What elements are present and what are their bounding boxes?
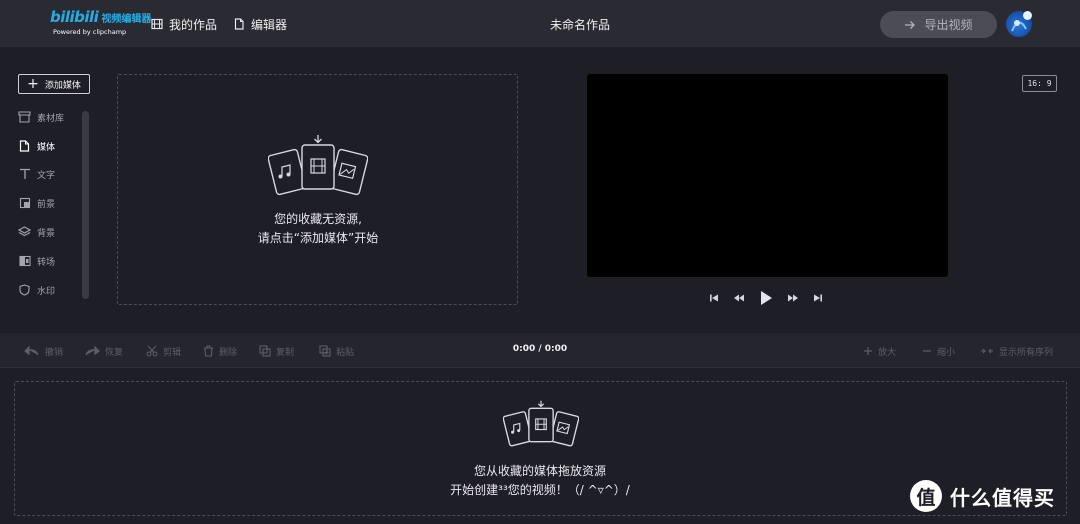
scissors-icon xyxy=(146,345,158,357)
cut-label: 剪辑 xyxy=(163,347,182,358)
timeline-empty-line2: 开始创建³³您的视频！（/ ^▿^）/ xyxy=(450,483,630,497)
playback-controls xyxy=(708,290,824,306)
undo-button[interactable]: 撤销 xyxy=(24,343,63,359)
sidebar-item-transition[interactable]: 转场 xyxy=(18,252,55,270)
sidebar-item-label: 前景 xyxy=(37,199,56,210)
export-video-label: 导出视频 xyxy=(924,18,973,32)
store-icon xyxy=(18,111,31,124)
redo-icon xyxy=(84,346,100,356)
sidebar-item-label: 素材库 xyxy=(37,113,65,124)
logo-powered-by: Powered by clipchamp xyxy=(53,28,127,36)
sidebar-scrollbar[interactable] xyxy=(82,111,89,299)
sidebar-item-label: 文字 xyxy=(37,170,56,181)
skip-end-icon[interactable] xyxy=(812,293,824,303)
logo-app-name: 视频编辑器 xyxy=(101,14,152,25)
document-icon xyxy=(233,18,245,30)
skip-start-icon[interactable] xyxy=(708,293,720,303)
undo-icon xyxy=(24,346,40,356)
play-icon[interactable] xyxy=(758,290,774,306)
sidebar-item-foreground[interactable]: 前景 xyxy=(18,194,55,212)
add-media-button[interactable]: + 添加媒体 xyxy=(18,74,90,94)
sidebar-item-watermark[interactable]: 水印 xyxy=(18,281,55,299)
cut-button[interactable]: 剪辑 xyxy=(146,343,181,359)
media-empty-line2: 请点击“添加媒体”开始 xyxy=(257,231,379,245)
film-icon xyxy=(151,18,163,30)
nav-my-works-label: 我的作品 xyxy=(169,17,218,32)
sidebar-item-text[interactable]: 文字 xyxy=(18,165,55,183)
plus-icon: + xyxy=(27,76,39,92)
media-empty-message: 您的收藏无资源, 请点击“添加媒体”开始 xyxy=(200,210,436,248)
export-video-button[interactable]: 导出视频 xyxy=(880,11,997,38)
delete-label: 删除 xyxy=(219,347,238,358)
timeline-empty-message: 您从收藏的媒体拖放资源 开始创建³³您的视频！（/ ^▿^）/ xyxy=(400,462,680,500)
redo-label: 恢复 xyxy=(105,347,124,358)
sidebar-item-label: 背景 xyxy=(37,228,56,239)
site-watermark: 值 什么值得买 xyxy=(910,480,1055,512)
fast-forward-icon[interactable] xyxy=(786,293,800,303)
aspect-ratio-button[interactable]: 16: 9 xyxy=(1022,75,1057,92)
minus-icon xyxy=(922,346,932,356)
video-preview[interactable] xyxy=(587,74,948,277)
zoom-out-label: 缩小 xyxy=(937,347,956,358)
sidebar-item-background[interactable]: 背景 xyxy=(18,223,55,241)
nav-editor[interactable]: 编辑器 xyxy=(233,14,287,34)
watermark-text: 什么值得买 xyxy=(950,485,1055,510)
timeline-empty-line1: 您从收藏的媒体拖放资源 xyxy=(473,464,606,478)
sidebar-item-label: 媒体 xyxy=(37,142,56,153)
text-icon xyxy=(18,168,31,181)
show-all-label: 显示所有序列 xyxy=(999,347,1054,358)
copy-label: 复制 xyxy=(276,347,295,358)
shield-icon xyxy=(18,284,31,297)
media-cards-icon xyxy=(268,135,368,196)
copy-button[interactable]: 复制 xyxy=(259,343,294,359)
file-icon xyxy=(18,140,31,153)
watermark-logo-icon: 值 xyxy=(910,480,942,512)
undo-label: 撤销 xyxy=(45,347,64,358)
transition-icon xyxy=(18,255,31,268)
sidebar-item-media[interactable]: 媒体 xyxy=(18,137,55,155)
paste-button[interactable]: 粘贴 xyxy=(319,343,354,359)
fit-width-icon xyxy=(980,346,994,356)
layers-icon xyxy=(18,226,31,239)
sidebar-item-label: 转场 xyxy=(37,257,56,268)
logo-brand: bilibili xyxy=(50,8,99,26)
sidebar-item-library[interactable]: 素材库 xyxy=(18,108,64,126)
arrow-right-icon xyxy=(905,20,916,29)
timeline-media-cards-icon xyxy=(503,400,579,447)
redo-button[interactable]: 恢复 xyxy=(84,343,123,359)
app-logo[interactable]: bilibili 视频编辑器 Powered by clipchamp xyxy=(50,10,151,38)
trash-icon xyxy=(203,345,214,357)
media-empty-line1: 您的收藏无资源, xyxy=(274,212,362,226)
show-all-sequences-button[interactable]: 显示所有序列 xyxy=(980,343,1053,359)
sidebar-item-label: 水印 xyxy=(37,286,56,297)
add-media-label: 添加媒体 xyxy=(44,80,81,91)
avatar-status-badge xyxy=(1023,11,1032,20)
plus-icon xyxy=(863,346,873,356)
zoom-out-button[interactable]: 缩小 xyxy=(922,343,955,359)
nav-editor-label: 编辑器 xyxy=(251,17,288,32)
zoom-in-label: 放大 xyxy=(878,347,897,358)
nav-my-works[interactable]: 我的作品 xyxy=(151,14,217,34)
rewind-icon[interactable] xyxy=(732,293,746,303)
copy-icon xyxy=(259,345,271,357)
project-title[interactable]: 未命名作品 xyxy=(480,16,680,33)
zoom-in-button[interactable]: 放大 xyxy=(863,343,896,359)
paste-icon xyxy=(319,345,331,357)
paste-label: 粘贴 xyxy=(336,347,355,358)
delete-button[interactable]: 删除 xyxy=(203,343,237,359)
foreground-icon xyxy=(18,197,31,210)
timecode-display: 0:00 / 0:00 xyxy=(512,344,568,354)
